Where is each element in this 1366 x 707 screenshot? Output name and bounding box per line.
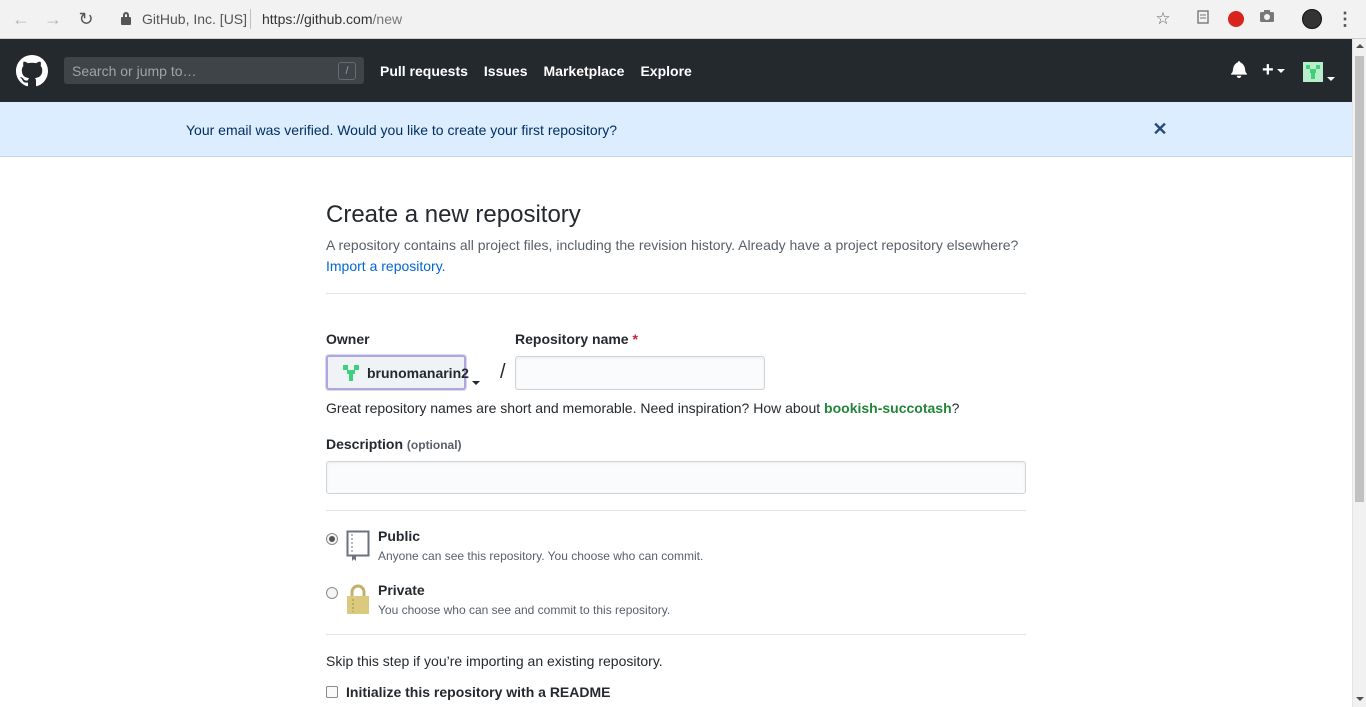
- owner-label: Owner: [326, 331, 370, 347]
- close-icon[interactable]: ✕: [1152, 120, 1168, 138]
- nav-issues[interactable]: Issues: [484, 63, 528, 79]
- search-box[interactable]: /: [64, 57, 364, 84]
- repo-name-label: Repository name *: [515, 331, 638, 347]
- divider: [326, 293, 1026, 294]
- url-path: /new: [372, 11, 403, 27]
- required-mark: *: [632, 331, 638, 347]
- profile-icon[interactable]: [1302, 9, 1322, 29]
- nav-pull-requests[interactable]: Pull requests: [380, 63, 468, 79]
- search-shortcut-hint: /: [338, 62, 356, 80]
- forward-icon[interactable]: →: [42, 8, 64, 30]
- user-avatar[interactable]: [1303, 62, 1323, 82]
- public-radio[interactable]: [326, 533, 338, 545]
- readme-checkbox[interactable]: [326, 686, 338, 698]
- scroll-up-icon[interactable]: [1356, 44, 1364, 48]
- block-extension-icon[interactable]: [1226, 9, 1246, 29]
- flash-message: Your email was verified. Would you like …: [186, 122, 618, 138]
- bell-icon[interactable]: [1231, 60, 1249, 80]
- hint-suffix: ?: [951, 400, 960, 416]
- back-icon[interactable]: ←: [10, 8, 32, 30]
- owner-name: brunomanarin2: [367, 365, 469, 381]
- private-description: You choose who can see and commit to thi…: [378, 603, 671, 617]
- description-input[interactable]: [326, 461, 1026, 494]
- owner-select-button[interactable]: brunomanarin2: [326, 355, 469, 390]
- divider: [326, 634, 1026, 635]
- skip-note: Skip this step if you’re importing an ex…: [326, 653, 663, 669]
- import-repository-link[interactable]: Import a repository.: [326, 258, 446, 274]
- name-hint: Great repository names are short and mem…: [326, 400, 959, 416]
- divider: [326, 510, 1026, 511]
- private-title: Private: [378, 582, 425, 598]
- nav-marketplace[interactable]: Marketplace: [544, 63, 625, 79]
- owner-avatar: [342, 364, 360, 382]
- chevron-down-icon: [472, 372, 480, 390]
- repository-name-input[interactable]: [515, 356, 765, 390]
- reload-icon[interactable]: ↻: [75, 8, 97, 30]
- page-scrollbar[interactable]: [1352, 39, 1366, 707]
- subtitle-text: A repository contains all project files,…: [326, 237, 1019, 253]
- plus-icon: +: [1262, 59, 1274, 81]
- repo-icon: [346, 530, 370, 562]
- verification-flash: Your email was verified. Would you like …: [0, 102, 1352, 157]
- private-radio[interactable]: [326, 587, 338, 599]
- nav-explore[interactable]: Explore: [640, 63, 691, 79]
- page-title: Create a new repository: [326, 201, 581, 228]
- readme-checkbox-label[interactable]: Initialize this repository with a README: [346, 684, 610, 700]
- site-identity[interactable]: GitHub, Inc. [US]: [142, 11, 247, 27]
- public-title: Public: [378, 528, 421, 544]
- optional-tag: (optional): [406, 438, 462, 452]
- hint-text: Great repository names are short and mem…: [326, 400, 825, 416]
- create-new-button[interactable]: +: [1262, 60, 1285, 80]
- lock-icon[interactable]: [121, 12, 131, 25]
- star-icon[interactable]: ☆: [1153, 9, 1173, 29]
- page-subtitle: A repository contains all project files,…: [326, 235, 1036, 277]
- header-nav: Pull requests Issues Marketplace Explore: [380, 63, 708, 79]
- description-label: Description (optional): [326, 436, 462, 452]
- chevron-down-icon: [1276, 68, 1285, 73]
- camera-icon[interactable]: [1257, 9, 1277, 29]
- lock-icon: [346, 583, 370, 615]
- public-description: Anyone can see this repository. You choo…: [378, 549, 704, 563]
- extension-icon[interactable]: [1193, 9, 1213, 29]
- github-header: / Pull requests Issues Marketplace Explo…: [0, 39, 1352, 102]
- description-label-text: Description: [326, 436, 404, 452]
- repo-name-label-text: Repository name: [515, 331, 629, 347]
- avatar-chevron-down-icon[interactable]: [1327, 70, 1335, 88]
- address-separator: [250, 9, 251, 29]
- scroll-down-icon[interactable]: [1356, 697, 1364, 701]
- github-logo-icon[interactable]: [16, 55, 48, 87]
- search-input[interactable]: [64, 57, 364, 84]
- name-suggestion-link[interactable]: bookish-succotash: [824, 400, 952, 416]
- address-bar[interactable]: https://github.com/new: [262, 11, 402, 27]
- url-host: https://github.com: [262, 11, 373, 27]
- menu-icon[interactable]: ⋮: [1336, 9, 1354, 29]
- scrollbar-thumb[interactable]: [1355, 56, 1364, 502]
- owner-repo-separator: /: [500, 361, 506, 383]
- browser-toolbar: ← → ↻ GitHub, Inc. [US] https://github.c…: [0, 0, 1366, 39]
